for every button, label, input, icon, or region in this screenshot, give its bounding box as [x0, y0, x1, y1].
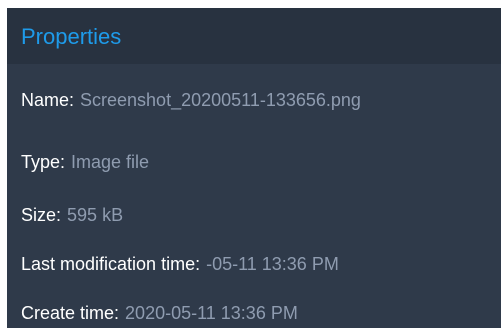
property-value-size: 595 kB — [67, 205, 124, 225]
property-value-create-time: 2020-05-11 13:36 PM — [125, 303, 298, 323]
property-row-last-modification-time: Last modification time: -05-11 13:36 PM — [21, 253, 339, 275]
property-label-type: Type: — [21, 152, 66, 172]
property-label-name: Name: — [21, 90, 75, 110]
property-label-create-time: Create time: — [21, 303, 120, 323]
property-value-type: Image file — [71, 152, 150, 172]
dialog-title-bar: Properties — [7, 8, 501, 64]
property-row-create-time: Create time: 2020-05-11 13:36 PM — [21, 302, 298, 324]
property-label-size: Size: — [21, 205, 62, 225]
property-value-name: Screenshot_20200511-133656.png — [80, 90, 361, 110]
property-row-name: Name: Screenshot_20200511-133656.png — [21, 89, 361, 111]
property-label-last-modification-time: Last modification time: — [21, 254, 201, 274]
property-value-last-modification-time: -05-11 13:36 PM — [206, 254, 339, 274]
dialog-title: Properties — [21, 24, 122, 49]
property-row-type: Type: Image file — [21, 151, 149, 173]
property-row-size: Size: 595 kB — [21, 204, 123, 226]
properties-dialog: Properties Name: Screenshot_20200511-1336… — [7, 8, 501, 328]
